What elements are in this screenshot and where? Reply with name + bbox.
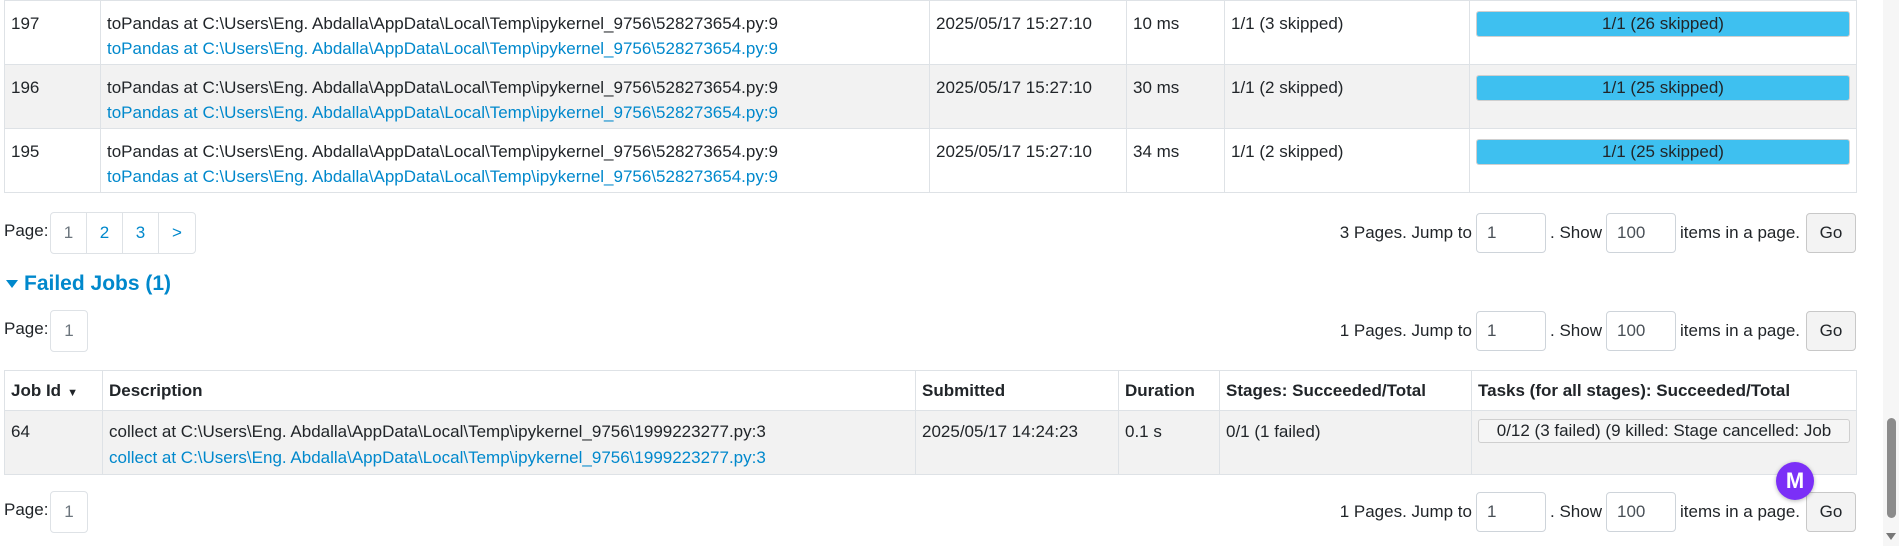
- page-controls: 1 Pages. Jump to . Show items in a page.…: [1340, 490, 1856, 534]
- submitted-cell: 2025/05/17 15:27:10: [929, 128, 1127, 193]
- stages-cell: 0/1 (1 failed): [1219, 410, 1472, 475]
- progress-label: 1/1 (25 skipped): [1602, 78, 1724, 97]
- page-size-input[interactable]: [1605, 492, 1676, 532]
- show-label: . Show: [1550, 223, 1602, 242]
- failed-jobs-pager-bottom: Page: 1 1 Pages. Jump to . Show items in…: [0, 490, 1860, 534]
- pagination: 1: [50, 491, 88, 533]
- page-link-3[interactable]: 3: [123, 213, 159, 253]
- submitted-cell: 2025/05/17 15:27:10: [929, 0, 1127, 65]
- job-id-cell: 64: [4, 410, 103, 475]
- description-header[interactable]: Description: [102, 370, 916, 411]
- tasks-progress-bar: 1/1 (26 skipped): [1476, 11, 1850, 37]
- tasks-cell: 1/1 (25 skipped): [1469, 64, 1857, 129]
- job-id-header-label: Job Id: [11, 380, 62, 400]
- description-text: collect at C:\Users\Eng. Abdalla\AppData…: [109, 422, 766, 441]
- caret-down-icon: [6, 280, 18, 288]
- stages-header[interactable]: Stages: Succeeded/Total: [1219, 370, 1472, 411]
- duration-cell: 10 ms: [1126, 0, 1225, 65]
- duration-header[interactable]: Duration: [1118, 370, 1220, 411]
- jump-to-page-input[interactable]: [1476, 311, 1546, 351]
- pages-summary: 1 Pages. Jump to: [1339, 321, 1472, 340]
- vertical-scrollbar[interactable]: [1883, 0, 1899, 546]
- submitted-header[interactable]: Submitted: [915, 370, 1119, 411]
- page-size-input[interactable]: [1605, 311, 1676, 351]
- table-row: 195 toPandas at C:\Users\Eng. Abdalla\Ap…: [4, 128, 1857, 193]
- stages-cell: 1/1 (3 skipped): [1224, 0, 1470, 65]
- next-page-link[interactable]: >: [159, 213, 195, 253]
- jump-to-page-input[interactable]: [1476, 213, 1546, 253]
- description-cell: toPandas at C:\Users\Eng. Abdalla\AppDat…: [100, 0, 930, 65]
- description-cell: collect at C:\Users\Eng. Abdalla\AppData…: [102, 410, 916, 475]
- description-text: toPandas at C:\Users\Eng. Abdalla\AppDat…: [107, 142, 779, 161]
- show-label: . Show: [1550, 502, 1602, 521]
- go-button[interactable]: Go: [1806, 213, 1856, 253]
- tasks-progress-bar: 1/1 (25 skipped): [1476, 139, 1850, 165]
- extension-badge[interactable]: M: [1776, 462, 1814, 500]
- progress-label: 0/12 (3 failed) (9 killed: Stage cancell…: [1496, 421, 1832, 440]
- description-link[interactable]: toPandas at C:\Users\Eng. Abdalla\AppDat…: [107, 36, 923, 61]
- completed-jobs-table: 197 toPandas at C:\Users\Eng. Abdalla\Ap…: [4, 0, 1857, 193]
- table-header-row: Job Id ▼ Description Submitted Duration S…: [4, 370, 1857, 411]
- tasks-cell: 1/1 (26 skipped): [1469, 0, 1857, 65]
- tasks-cell: 1/1 (25 skipped): [1469, 128, 1857, 193]
- submitted-cell: 2025/05/17 14:24:23: [915, 410, 1119, 475]
- items-label: items in a page.: [1679, 223, 1800, 242]
- page-link-1[interactable]: 1: [51, 311, 87, 351]
- tasks-progress-bar: 1/1 (25 skipped): [1476, 75, 1850, 101]
- go-button[interactable]: Go: [1806, 311, 1856, 351]
- page-label: Page:: [4, 221, 49, 240]
- duration-cell: 30 ms: [1126, 64, 1225, 129]
- progress-label: 1/1 (25 skipped): [1602, 142, 1724, 161]
- pages-summary: 3 Pages. Jump to: [1339, 223, 1472, 242]
- jump-to-page-input[interactable]: [1476, 492, 1546, 532]
- items-label: items in a page.: [1679, 321, 1800, 340]
- failed-jobs-title: Failed Jobs (1): [24, 272, 172, 295]
- description-link[interactable]: toPandas at C:\Users\Eng. Abdalla\AppDat…: [107, 164, 923, 189]
- job-id-cell: 195: [4, 128, 101, 193]
- pagination: 1: [50, 310, 88, 352]
- page-controls: 1 Pages. Jump to . Show items in a page.…: [1340, 309, 1856, 353]
- tasks-progress-bar: 0/12 (3 failed) (9 killed: Stage cancell…: [1478, 419, 1850, 443]
- description-text: toPandas at C:\Users\Eng. Abdalla\AppDat…: [107, 78, 779, 97]
- description-link[interactable]: toPandas at C:\Users\Eng. Abdalla\AppDat…: [107, 100, 923, 125]
- failed-jobs-toggle[interactable]: Failed Jobs (1): [6, 272, 171, 296]
- failed-jobs-pager-top: Page: 1 1 Pages. Jump to . Show items in…: [0, 309, 1860, 353]
- page-link-1[interactable]: 1: [51, 492, 87, 532]
- tasks-header[interactable]: Tasks (for all stages): Succeeded/Total: [1471, 370, 1857, 411]
- page-size-input[interactable]: [1605, 213, 1676, 253]
- description-text: toPandas at C:\Users\Eng. Abdalla\AppDat…: [107, 14, 779, 33]
- stages-cell: 1/1 (2 skipped): [1224, 128, 1470, 193]
- table-row: 196 toPandas at C:\Users\Eng. Abdalla\Ap…: [4, 64, 1857, 129]
- submitted-cell: 2025/05/17 15:27:10: [929, 64, 1127, 129]
- page-link-1[interactable]: 1: [51, 213, 87, 253]
- table-row: 64 collect at C:\Users\Eng. Abdalla\AppD…: [4, 410, 1857, 475]
- page-label: Page:: [4, 319, 49, 338]
- table-row: 197 toPandas at C:\Users\Eng. Abdalla\Ap…: [4, 0, 1857, 65]
- stages-cell: 1/1 (2 skipped): [1224, 64, 1470, 129]
- duration-cell: 34 ms: [1126, 128, 1225, 193]
- items-label: items in a page.: [1679, 502, 1800, 521]
- show-label: . Show: [1550, 321, 1602, 340]
- duration-cell: 0.1 s: [1118, 410, 1220, 475]
- job-id-header[interactable]: Job Id ▼: [4, 370, 103, 411]
- job-id-cell: 196: [4, 64, 101, 129]
- scrollbar-thumb[interactable]: [1887, 418, 1896, 518]
- description-cell: toPandas at C:\Users\Eng. Abdalla\AppDat…: [100, 128, 930, 193]
- progress-label: 1/1 (26 skipped): [1602, 14, 1724, 33]
- scroll-down-arrow-icon[interactable]: [1886, 533, 1896, 540]
- pagination: 1 2 3 >: [50, 212, 196, 254]
- completed-jobs-pager: Page: 1 2 3 > 3 Pages. Jump to . Show it…: [0, 211, 1860, 255]
- description-cell: toPandas at C:\Users\Eng. Abdalla\AppDat…: [100, 64, 930, 129]
- sort-desc-icon: ▼: [67, 386, 78, 399]
- job-id-cell: 197: [4, 0, 101, 65]
- page-label: Page:: [4, 500, 49, 519]
- failed-jobs-table: Job Id ▼ Description Submitted Duration S…: [4, 370, 1857, 475]
- page-link-2[interactable]: 2: [87, 213, 123, 253]
- description-link[interactable]: collect at C:\Users\Eng. Abdalla\AppData…: [109, 445, 909, 471]
- go-button[interactable]: Go: [1806, 492, 1856, 532]
- page-controls: 3 Pages. Jump to . Show items in a page.…: [1340, 211, 1856, 255]
- pages-summary: 1 Pages. Jump to: [1339, 502, 1472, 521]
